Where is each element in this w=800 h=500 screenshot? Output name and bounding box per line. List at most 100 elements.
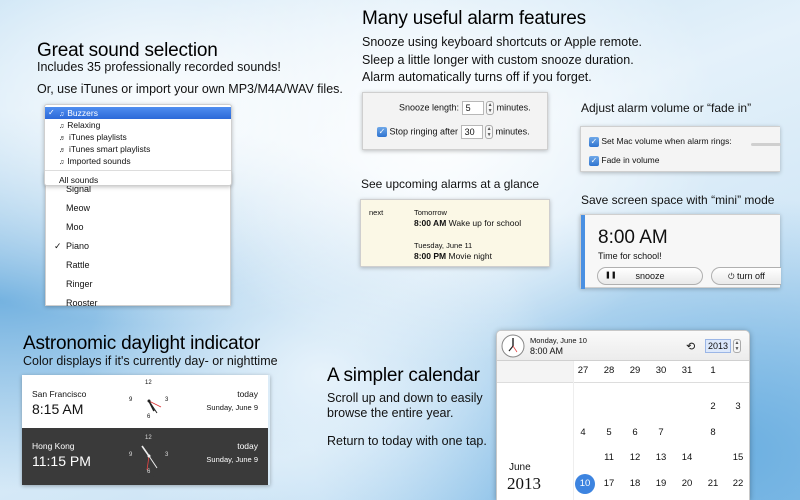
city-name: Hong Kong: [32, 441, 75, 451]
calendar-day[interactable]: 8: [704, 427, 722, 438]
calendar-day[interactable]: 3: [729, 401, 747, 412]
snooze-settings-panel: Snooze length: 5 ▲ ▼ minutes. ✓ Stop ring…: [362, 92, 548, 150]
calendar-day[interactable]: 19: [652, 478, 670, 489]
alarm-day: Tuesday, June 11: [414, 241, 473, 250]
calendar-heading: A simpler calendar: [327, 365, 480, 386]
calendar-popover: Monday, June 10 8:00 AM ⟲ 2013 ▲ ▼ 27 28 …: [496, 330, 750, 500]
set-volume-row: ✓ Set Mac volume when alarm rings:: [589, 136, 732, 147]
stop-ringing-checkbox[interactable]: ✓: [377, 127, 387, 137]
city-time: 11:15 PM: [32, 453, 91, 469]
menu-item-buzzers[interactable]: ✓ ♫ Buzzers: [45, 107, 231, 119]
year-input[interactable]: 2013: [705, 339, 731, 353]
relative-day: today: [237, 389, 258, 399]
calendar-day[interactable]: 28: [600, 365, 618, 376]
stop-ringing-input[interactable]: 30: [460, 125, 483, 139]
calendar-day[interactable]: 30: [652, 365, 670, 376]
stop-ringing-label: Stop ringing after: [389, 126, 459, 137]
calendar-day[interactable]: 29: [626, 365, 644, 376]
upcoming-alarms-panel: next Tomorrow 8:00 AM Wake up for school…: [360, 199, 550, 267]
sound-item[interactable]: Moo: [46, 218, 230, 237]
clock-icon: [501, 334, 525, 358]
stop-ringing-row: ✓ Stop ringing after 30 ▲ ▼ minutes.: [377, 125, 530, 139]
calendar-day[interactable]: 21: [704, 478, 722, 489]
menu-item-imported-sounds[interactable]: ♫ Imported sounds: [45, 155, 231, 167]
snooze-length-stepper[interactable]: ▲ ▼: [486, 101, 495, 115]
calendar-day[interactable]: 15: [729, 452, 747, 463]
sound-line2: Or, use iTunes or import your own MP3/M4…: [37, 82, 343, 96]
relative-day: today: [237, 441, 258, 451]
fade-in-row: ✓ Fade in volume: [589, 155, 660, 166]
playlist-icon: ♬: [59, 135, 66, 142]
calendar-day[interactable]: 5: [600, 427, 618, 438]
return-to-today-icon[interactable]: ⟲: [686, 340, 695, 353]
calendar-line1: Scroll up and down to easily: [327, 391, 483, 405]
smart-playlist-icon: ♬: [59, 147, 66, 154]
stop-ringing-stepper[interactable]: ▲ ▼: [485, 125, 494, 139]
menu-item-relaxing[interactable]: ♫ Relaxing: [45, 119, 231, 131]
snooze-length-input[interactable]: 5: [461, 101, 484, 115]
calendar-day[interactable]: 12: [626, 452, 644, 463]
checkmark-icon: ✓: [48, 108, 55, 117]
sound-category-menu[interactable]: ✓ ♫ Buzzers ♫ Relaxing ♬ iTunes playlists ♬ i…: [44, 104, 232, 186]
snooze-length-unit: minutes.: [496, 102, 531, 113]
mini-alarm-message: Time for school!: [598, 251, 662, 261]
menu-item-itunes-playlists[interactable]: ♬ iTunes playlists: [45, 131, 231, 143]
calendar-day[interactable]: 22: [729, 478, 747, 489]
menu-item-itunes-smart-playlists[interactable]: ♬ iTunes smart playlists: [45, 143, 231, 155]
clock-row-day[interactable]: San Francisco 8:15 AM 12 3 6 9 today Sun…: [22, 375, 268, 428]
calendar-day[interactable]: 17: [600, 478, 618, 489]
calendar-day[interactable]: 11: [600, 452, 618, 463]
calendar-day[interactable]: 18: [626, 478, 644, 489]
stop-ringing-unit: minutes.: [495, 126, 530, 137]
month-year-label: 2013: [507, 474, 541, 493]
calendar-day[interactable]: 20: [678, 478, 696, 489]
calendar-day[interactable]: 2: [704, 401, 722, 412]
volume-slider[interactable]: [751, 143, 781, 146]
set-volume-checkbox[interactable]: ✓: [589, 136, 599, 147]
calendar-day[interactable]: 4: [574, 427, 592, 438]
fade-in-label: Fade in volume: [601, 155, 660, 165]
city-date: Sunday, June 9: [206, 403, 258, 412]
calendar-day[interactable]: 13: [652, 452, 670, 463]
analog-clock-icon: 12 3 6 9: [128, 435, 170, 477]
alarm-entry[interactable]: 8:00 AM Wake up for school: [414, 218, 521, 228]
turn-off-button[interactable]: ⏻ turn off: [711, 267, 781, 285]
city-name: San Francisco: [32, 389, 87, 399]
today-marker[interactable]: 10: [575, 474, 595, 494]
snooze-button[interactable]: ❚❚ snooze: [597, 267, 703, 285]
calendar-day[interactable]: 6: [626, 427, 644, 438]
alarm-entry[interactable]: 8:00 PM Movie night: [414, 251, 492, 261]
daylight-sub: Color displays if it's currently day- or…: [23, 354, 278, 368]
sound-item[interactable]: Ringer: [46, 275, 230, 294]
power-icon: ⏻: [728, 272, 735, 281]
sound-item[interactable]: Meow: [46, 199, 230, 218]
volume-settings-panel: ✓ Set Mac volume when alarm rings: ✓ Fad…: [580, 126, 781, 172]
volume-heading: Adjust alarm volume or “fade in”: [581, 101, 752, 115]
year-stepper[interactable]: ▲ ▼: [733, 339, 741, 353]
clock-row-night[interactable]: Hong Kong 11:15 PM 12 3 6 9 today Sunday…: [22, 428, 268, 485]
daylight-heading: Astronomic daylight indicator: [23, 333, 261, 354]
calendar-header-date: Monday, June 10: [530, 336, 587, 345]
music-note-icon: ♫: [59, 111, 65, 118]
analog-clock-icon: 12 3 6 9: [128, 380, 170, 422]
calendar-day[interactable]: 14: [678, 452, 696, 463]
snooze-length-label: Snooze length:: [399, 102, 460, 113]
fade-in-checkbox[interactable]: ✓: [589, 155, 599, 166]
calendar-day[interactable]: 7: [652, 427, 670, 438]
sound-item[interactable]: Rooster: [46, 294, 230, 313]
calendar-day[interactable]: 31: [678, 365, 696, 376]
calendar-day[interactable]: 1: [704, 365, 722, 376]
sound-item-selected[interactable]: ✓ Piano: [46, 237, 230, 256]
calendar-line2: browse the entire year.: [327, 406, 454, 420]
music-note-icon: ♫: [59, 159, 65, 166]
city-date: Sunday, June 9: [206, 455, 258, 464]
city-time: 8:15 AM: [32, 401, 84, 417]
calendar-day[interactable]: 27: [574, 365, 592, 376]
sound-list-panel: Signal Meow Moo ✓ Piano Rattle Ringer Roo…: [45, 172, 231, 308]
features-heading: Many useful alarm features: [362, 8, 586, 29]
month-label: June: [509, 462, 531, 473]
upcoming-heading: See upcoming alarms at a glance: [361, 177, 540, 191]
sound-item[interactable]: Rattle: [46, 256, 230, 275]
alarm-day: Tomorrow: [414, 208, 447, 217]
menu-item-all-sounds[interactable]: All sounds: [45, 174, 231, 186]
